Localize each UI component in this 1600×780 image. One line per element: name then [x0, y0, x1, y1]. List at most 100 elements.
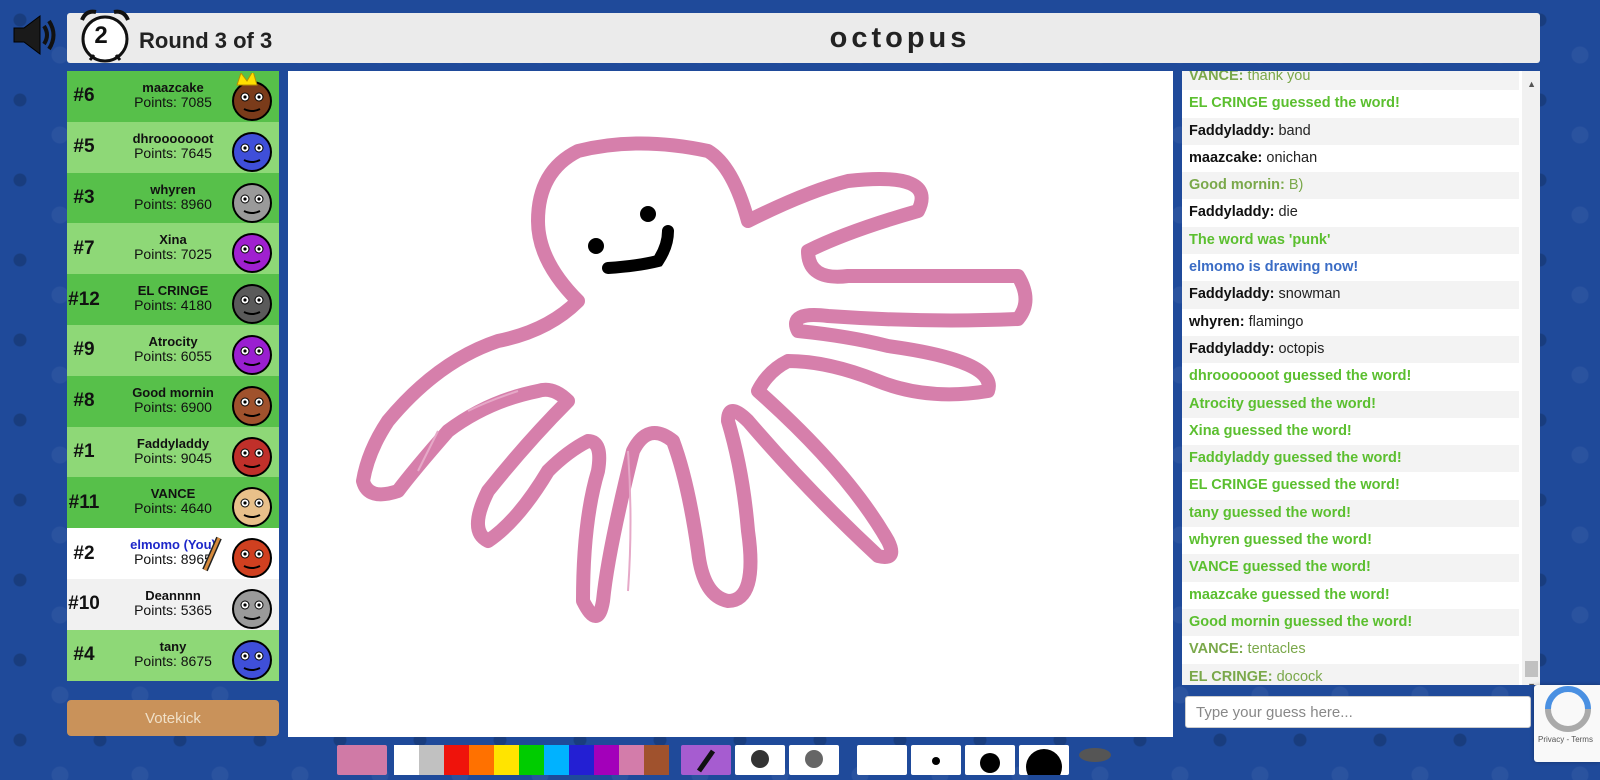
player-rank: #5: [73, 136, 95, 158]
player-rank: #10: [68, 593, 100, 615]
chat-author: Good mornin:: [1189, 177, 1285, 194]
player-name: Xina: [159, 232, 187, 248]
recaptcha-badge[interactable]: Privacy - Terms: [1534, 685, 1600, 762]
color-swatch[interactable]: [394, 745, 419, 775]
guess-input[interactable]: [1185, 696, 1531, 728]
recaptcha-links[interactable]: Privacy - Terms: [1538, 735, 1593, 744]
player-avatar: [232, 334, 272, 375]
player-row[interactable]: #3 whyren Points: 8960: [67, 172, 279, 224]
chat-text: EL CRINGE guessed the word!: [1189, 477, 1400, 494]
chat-text: maazcake guessed the word!: [1189, 586, 1390, 603]
player-avatar: [232, 73, 272, 121]
chat-message: VANCE: thank you: [1182, 71, 1519, 91]
player-avatar: [232, 487, 272, 528]
player-row[interactable]: #7 Xina Points: 7025: [67, 223, 279, 275]
color-swatch[interactable]: [444, 745, 469, 775]
player-avatar: [232, 182, 272, 223]
chat-text: snowman: [1278, 286, 1341, 303]
player-row[interactable]: #12 EL CRINGE Points: 4180: [67, 274, 279, 325]
brush-size-xs[interactable]: [857, 745, 907, 775]
player-row[interactable]: #10 Deannnn Points: 5365: [67, 578, 279, 630]
recaptcha-icon: [1545, 686, 1591, 732]
chat-message: Faddyladdy: snowman: [1182, 281, 1519, 309]
player-points: Points: 6055: [134, 347, 212, 364]
player-name: Atrocity: [148, 333, 198, 349]
chat-author: VANCE:: [1189, 71, 1244, 84]
pencil-icon: [199, 534, 225, 581]
player-name: EL CRINGE: [137, 283, 209, 299]
brush-size-m[interactable]: [965, 745, 1015, 775]
scrollbar-thumb[interactable]: [1525, 661, 1538, 677]
player-row[interactable]: #4 tany Points: 8675: [67, 629, 279, 681]
player-row[interactable]: #11 VANCE Points: 4640: [67, 477, 279, 529]
fill-bucket-icon: [751, 750, 769, 768]
octopus-drawing: [356, 136, 1033, 623]
chat-scrollbar[interactable]: ▲ ▼: [1522, 71, 1540, 685]
color-swatch[interactable]: [594, 745, 619, 775]
round-indicator: Round 3 of 3: [139, 28, 273, 53]
eraser-tool-button[interactable]: [789, 745, 839, 775]
pencil-tool-button[interactable]: [681, 745, 731, 775]
chat-text: Xina guessed the word!: [1189, 422, 1352, 439]
player-rank: #3: [73, 186, 95, 208]
scroll-up-icon[interactable]: ▲: [1527, 79, 1536, 89]
player-points: Points: 5365: [134, 601, 212, 618]
player-row[interactable]: #2 elmomo (You) Points: 8965: [67, 528, 279, 579]
color-swatch[interactable]: [569, 745, 594, 775]
votekick-button[interactable]: Votekick: [67, 700, 279, 736]
color-swatch[interactable]: [469, 745, 494, 775]
player-list: #6 maazcake Points: 7085 #5 dhrooooooot …: [67, 71, 279, 681]
chat-text: Atrocity guessed the word!: [1189, 395, 1376, 412]
color-swatch[interactable]: [519, 745, 544, 775]
drawing-canvas[interactable]: [288, 71, 1173, 737]
color-swatch[interactable]: [544, 745, 569, 775]
player-rank: #4: [73, 644, 95, 666]
player-row[interactable]: #1 Faddyladdy Points: 9045: [67, 426, 279, 478]
chat-message: maazcake: onichan: [1182, 144, 1519, 173]
player-points: Points: 6900: [134, 398, 212, 415]
player-points: Points: 7645: [134, 144, 212, 161]
player-avatar: [232, 436, 272, 477]
player-info: dhrooooooot Points: 7645: [103, 131, 243, 161]
player-row[interactable]: #6 maazcake Points: 7085: [67, 71, 279, 122]
player-rank: #9: [73, 339, 95, 361]
brush-size-l[interactable]: [1019, 745, 1069, 775]
chat-message: whyren guessed the word!: [1182, 527, 1519, 555]
player-name: maazcake: [142, 80, 204, 95]
player-row[interactable]: #8 Good mornin Points: 6900: [67, 375, 279, 427]
player-rank: #11: [68, 491, 100, 513]
player-row[interactable]: #9 Atrocity Points: 6055: [67, 324, 279, 376]
chat-message: dhrooooooot guessed the word!: [1182, 363, 1519, 391]
sound-toggle-button[interactable]: [10, 12, 58, 58]
chat-message: EL CRINGE guessed the word!: [1182, 90, 1519, 118]
chat-author: Faddyladdy:: [1189, 340, 1275, 357]
player-points: Points: 9045: [134, 449, 212, 466]
chat-message: Faddyladdy: band: [1182, 117, 1519, 145]
chat-author: whyren:: [1189, 313, 1245, 330]
player-row[interactable]: #5 dhrooooooot Points: 7645: [67, 121, 279, 173]
player-rank: #1: [73, 440, 95, 462]
chat-text: thank you: [1247, 71, 1311, 84]
brush-size-s[interactable]: [911, 745, 961, 775]
chat-message: The word was 'punk': [1182, 226, 1519, 255]
player-rank: #8: [73, 390, 95, 412]
chat-text: octopis: [1278, 340, 1325, 357]
clear-canvas-button[interactable]: [1073, 745, 1117, 775]
color-swatch[interactable]: [419, 745, 444, 775]
player-points: Points: 8960: [134, 195, 212, 212]
chat-message: maazcake guessed the word!: [1182, 581, 1519, 609]
chat-message: VANCE guessed the word!: [1182, 554, 1519, 582]
chat-text: Faddyladdy guessed the word!: [1189, 450, 1402, 467]
chat-text: whyren guessed the word!: [1189, 532, 1372, 549]
player-points: Points: 8675: [134, 652, 212, 669]
brush-sizes: [857, 745, 1117, 775]
chat-message: Good mornin: B): [1182, 172, 1519, 200]
player-points: Points: 4640: [134, 500, 212, 517]
color-swatch[interactable]: [494, 745, 519, 775]
player-avatar: [232, 588, 272, 629]
fill-tool-button[interactable]: [735, 745, 785, 775]
chat-author: VANCE:: [1189, 641, 1244, 658]
color-swatch[interactable]: [644, 745, 669, 775]
color-swatch[interactable]: [619, 745, 644, 775]
chat-text: die: [1278, 204, 1298, 221]
